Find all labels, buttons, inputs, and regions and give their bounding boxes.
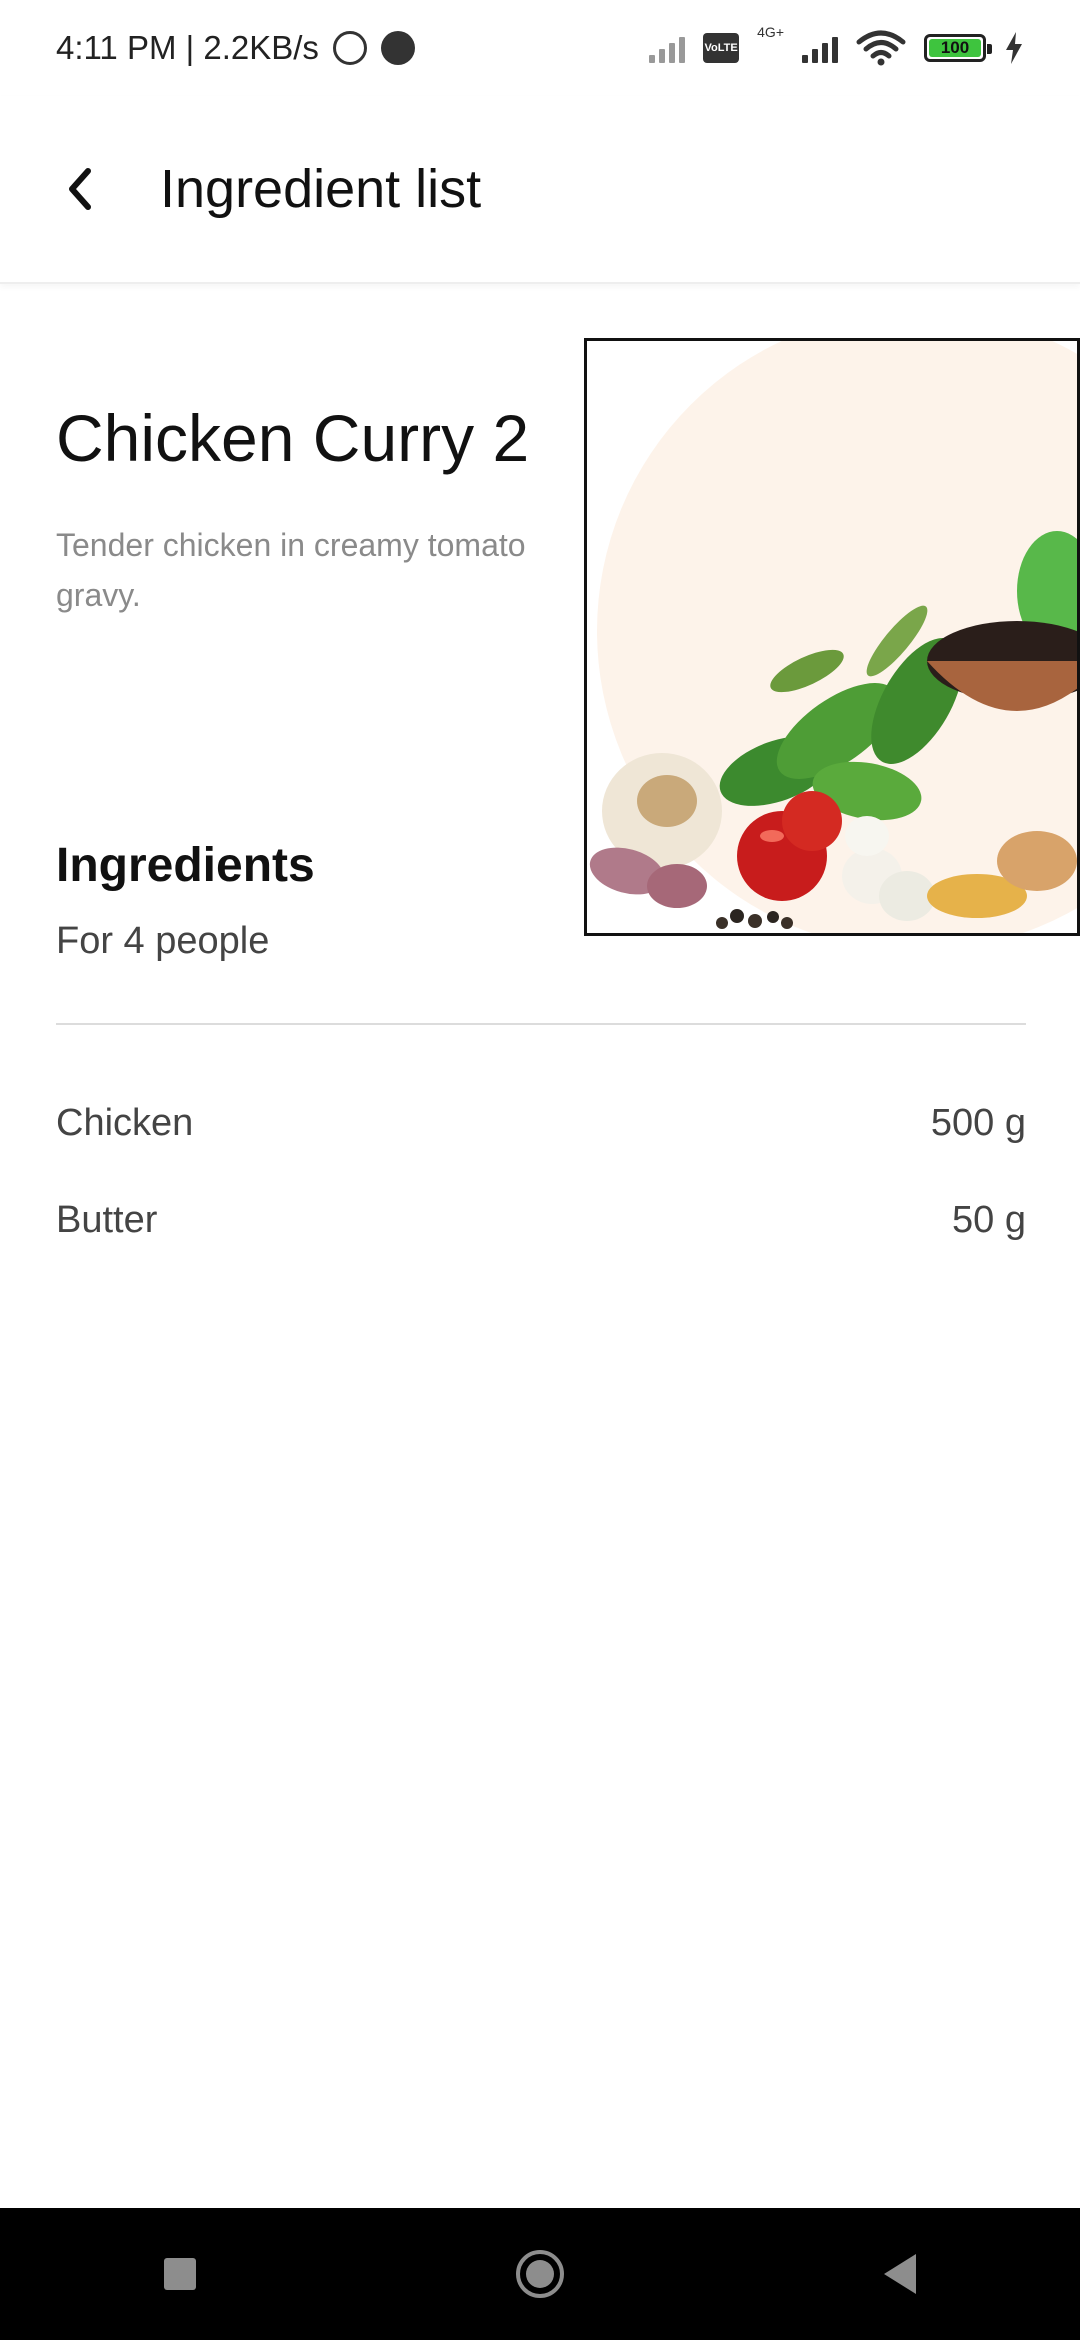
chevron-left-icon [69,168,91,210]
battery-icon: 100 [924,34,992,62]
ingredient-amount: 500 g [930,1102,1026,1144]
app-bar: Ingredient list [0,96,1080,284]
wifi-icon [856,30,906,66]
recents-square-icon [164,2258,196,2290]
recents-button[interactable] [135,2229,225,2319]
page-title: Ingredient list [160,159,482,219]
ingredient-row: Chicken 500 g [56,1102,1026,1145]
vegetables-illustration [589,341,1077,933]
system-back-button[interactable] [855,2229,945,2319]
signal-icon-sim2 [802,33,838,63]
notification-app-icon [380,31,415,65]
recipe-description: Tender chicken in creamy tomato gravy. [56,527,526,613]
signal-icon-sim1 [649,33,686,63]
servings-label: For 4 people [56,920,270,962]
charging-bolt-icon [1006,32,1022,64]
ingredients-heading: Ingredients [56,839,315,892]
network-type-label: 4G+ [757,24,784,40]
recipe-image [584,338,1080,936]
ingredient-name: Chicken [56,1102,194,1144]
whatsapp-icon [332,31,367,65]
volte-icon: VoLTE [703,33,740,63]
home-circle-icon [516,2250,564,2298]
back-triangle-icon [884,2254,916,2294]
system-nav-bar [0,2208,1080,2340]
status-left: 4:11 PM | 2.2KB/s [56,29,415,67]
home-button[interactable] [495,2229,585,2319]
status-right: VoLTE 4G+ 100 [649,24,1024,66]
ingredient-amount: 50 g [952,1199,1026,1241]
status-bar: 4:11 PM | 2.2KB/s VoLTE 4G+ 100 [0,0,1080,96]
back-button[interactable] [40,149,120,229]
status-time-speed: 4:11 PM | 2.2KB/s [56,29,319,66]
recipe-title: Chicken Curry 2 [56,401,530,475]
ingredient-row: Butter 50 g [56,1199,1026,1242]
ingredient-name: Butter [56,1199,158,1241]
divider [56,1023,1026,1025]
battery-level: 100 [940,38,970,57]
